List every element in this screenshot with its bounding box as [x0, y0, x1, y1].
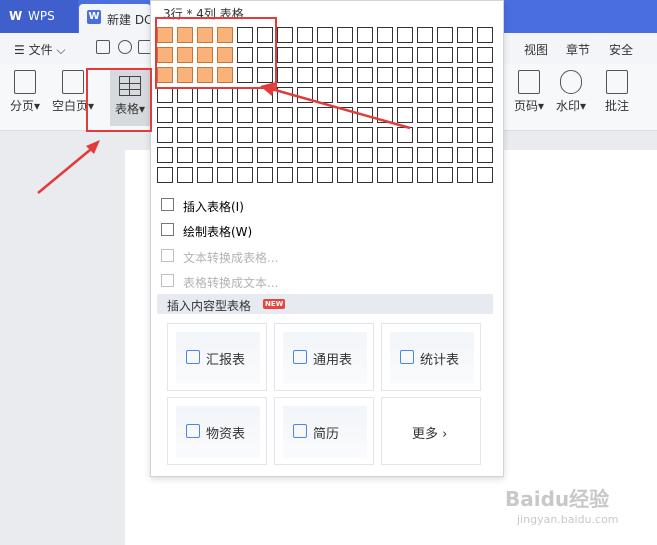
annotation-arrows	[37, 82, 411, 194]
arrow-to-table-button	[37, 144, 97, 194]
baidu-watermark-url: jingyan.baidu.com	[517, 513, 619, 526]
arrowhead	[260, 82, 276, 96]
baidu-watermark: Baidu经验	[505, 487, 610, 511]
arrow-to-grid	[267, 86, 411, 130]
